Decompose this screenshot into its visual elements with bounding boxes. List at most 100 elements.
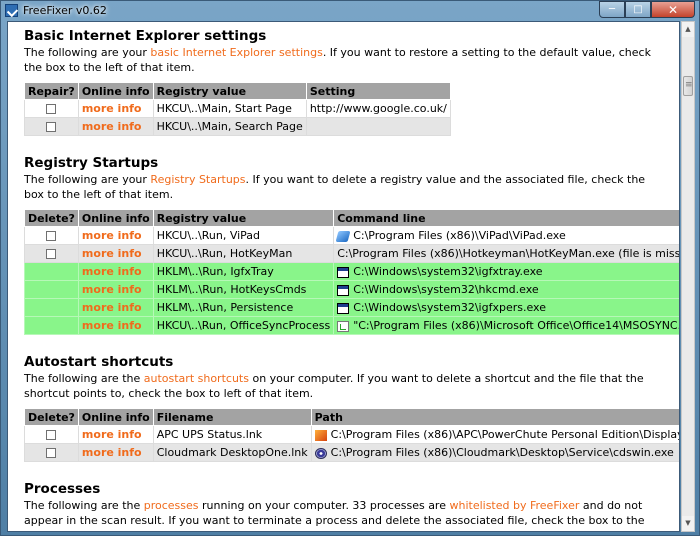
- more-info-link[interactable]: more info: [82, 428, 142, 441]
- table-row: more info HKCU\..\Run, HotKeyMan C:\Prog…: [24, 244, 680, 263]
- info-cell: more info: [77, 99, 154, 118]
- minimize-button[interactable]: ─: [599, 1, 625, 18]
- setting-cell: [305, 117, 451, 136]
- col-delete: Delete?: [24, 209, 79, 227]
- checkbox-cell: [24, 226, 79, 245]
- processes-heading: Processes: [24, 481, 101, 497]
- ie-settings-table: Repair? Online info Registry value Setti…: [24, 82, 451, 136]
- more-info-link[interactable]: more info: [82, 247, 142, 260]
- more-info-link[interactable]: more info: [82, 102, 142, 115]
- ie-settings-link[interactable]: basic Internet Explorer settings: [150, 46, 322, 59]
- path-cell: C:\Program Files (x86)\Cloudmark\Desktop…: [310, 443, 679, 462]
- info-cell: more info: [77, 280, 154, 299]
- content: Basic Internet Explorer settings The fol…: [24, 28, 679, 531]
- path-text: C:\Program Files (x86)\Cloudmark\Desktop…: [330, 446, 674, 459]
- autostart-shortcuts-link[interactable]: autostart shortcuts: [144, 372, 249, 385]
- processes-link[interactable]: processes: [144, 499, 199, 512]
- command-text: C:\Program Files (x86)\Hotkeyman\HotKeyM…: [337, 247, 680, 260]
- close-button[interactable]: ✕: [651, 1, 695, 18]
- more-info-link[interactable]: more info: [82, 319, 142, 332]
- scroll-up-arrow-icon[interactable]: ▲: [682, 22, 694, 37]
- desc-text: The following are your: [24, 46, 151, 59]
- table-row: more info HKLM\..\Run, IgfxTray C:\Windo…: [24, 262, 679, 281]
- more-info-link[interactable]: more info: [82, 229, 142, 242]
- col-online-info: Online info: [77, 408, 154, 426]
- command-cell: C:\Windows\system32\hkcmd.exe: [333, 280, 679, 299]
- table-row: more info Cloudmark DesktopOne.lnk C:\Pr…: [24, 443, 679, 462]
- whitelisted-link[interactable]: whitelisted by FreeFixer: [449, 499, 579, 512]
- info-cell: more info: [77, 298, 154, 317]
- window-title: FreeFixer v0.62: [23, 4, 107, 17]
- autostart-shortcuts-heading: Autostart shortcuts: [24, 354, 174, 370]
- path-cell: C:\Program Files (x86)\APC\PowerChute Pe…: [310, 425, 679, 444]
- info-cell: more info: [77, 226, 154, 245]
- checkbox-cell: [24, 443, 79, 462]
- desc-text: The following are the: [24, 499, 144, 512]
- info-cell: more info: [77, 316, 154, 335]
- col-registry-value: Registry value: [152, 209, 335, 227]
- more-info-link[interactable]: more info: [82, 283, 142, 296]
- repair-checkbox[interactable]: [46, 104, 57, 114]
- registry-startups-link[interactable]: Registry Startups: [150, 173, 245, 186]
- document-icon: [337, 320, 350, 332]
- delete-checkbox[interactable]: [46, 430, 57, 440]
- col-repair: Repair?: [24, 82, 79, 100]
- table-row: more info HKCU\..\Run, OfficeSyncProcess…: [24, 316, 679, 335]
- scroll-down-arrow-icon[interactable]: ▼: [682, 516, 694, 531]
- command-cell: C:\Program Files (x86)\Hotkeyman\HotKeyM…: [333, 244, 680, 263]
- delete-checkbox[interactable]: [46, 448, 57, 458]
- repair-checkbox[interactable]: [46, 122, 57, 132]
- checkbox-cell: [24, 117, 79, 136]
- title-bar[interactable]: FreeFixer v0.62 ─ □ ✕: [1, 1, 699, 21]
- delete-checkbox[interactable]: [46, 249, 57, 259]
- checkbox-cell: [24, 99, 79, 118]
- registry-startups-table: Delete? Online info Registry value Comma…: [24, 209, 680, 335]
- more-info-link[interactable]: more info: [82, 120, 142, 133]
- info-cell: more info: [77, 443, 154, 462]
- registry-startups-heading: Registry Startups: [24, 155, 159, 171]
- more-info-link[interactable]: more info: [82, 446, 142, 459]
- info-cell: more info: [77, 117, 154, 136]
- checkbox-cell: [24, 316, 79, 335]
- desc-text: The following are the: [24, 372, 144, 385]
- table-row: more info HKLM\..\Run, Persistence C:\Wi…: [24, 298, 679, 317]
- table-row: more info HKCU\..\Main, Search Page: [24, 117, 451, 136]
- apc-powerchute-icon: [314, 429, 327, 441]
- more-info-link[interactable]: more info: [82, 301, 142, 314]
- scrollbar-thumb[interactable]: [683, 76, 693, 96]
- registry-cell: HKLM\..\Run, Persistence: [152, 298, 335, 317]
- info-cell: more info: [77, 244, 154, 263]
- delete-checkbox[interactable]: [46, 231, 57, 241]
- more-info-link[interactable]: more info: [82, 265, 142, 278]
- registry-cell: HKCU\..\Main, Start Page: [152, 99, 307, 118]
- filename-cell: APC UPS Status.lnk: [152, 425, 312, 444]
- scan-results-pane: Basic Internet Explorer settings The fol…: [7, 21, 680, 532]
- ie-settings-description: The following are your basic Internet Ex…: [24, 45, 664, 75]
- desc-text: running on your computer. 33 processes a…: [198, 499, 450, 512]
- col-command-line: Command line: [333, 209, 679, 227]
- col-online-info: Online info: [77, 209, 154, 227]
- col-online-info: Online info: [77, 82, 154, 100]
- col-filename: Filename: [152, 408, 312, 426]
- registry-startups-description: The following are your Registry Startups…: [24, 172, 664, 202]
- window-controls: ─ □ ✕: [599, 1, 695, 19]
- command-text: C:\Windows\system32\igfxtray.exe: [353, 265, 543, 278]
- registry-cell: HKCU\..\Main, Search Page: [152, 117, 307, 136]
- table-row: more info HKLM\..\Run, HotKeysCmds C:\Wi…: [24, 280, 679, 299]
- registry-cell: HKCU\..\Run, ViPad: [152, 226, 335, 245]
- vertical-scrollbar[interactable]: ▲ ▼: [681, 21, 695, 532]
- cloudmark-icon: [314, 447, 327, 459]
- filename-cell: Cloudmark DesktopOne.lnk: [152, 443, 312, 462]
- registry-cell: HKCU\..\Run, HotKeyMan: [152, 244, 335, 263]
- col-path: Path: [310, 408, 679, 426]
- ie-settings-heading: Basic Internet Explorer settings: [24, 28, 267, 44]
- autostart-shortcuts-description: The following are the autostart shortcut…: [24, 371, 664, 401]
- info-cell: more info: [77, 425, 154, 444]
- console-window-icon: [337, 284, 350, 296]
- command-text: C:\Windows\system32\igfxpers.exe: [353, 301, 546, 314]
- processes-description: The following are the processes running …: [24, 498, 664, 531]
- col-registry-value: Registry value: [152, 82, 307, 100]
- freefixer-app-icon: [5, 4, 18, 17]
- maximize-button[interactable]: □: [625, 1, 651, 18]
- command-cell: C:\Windows\system32\igfxtray.exe: [333, 262, 679, 281]
